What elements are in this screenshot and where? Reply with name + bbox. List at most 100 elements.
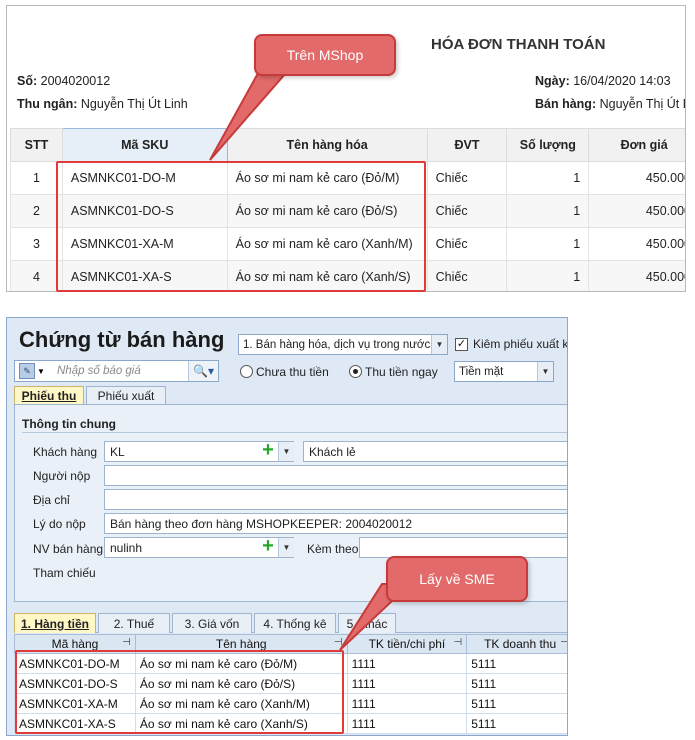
invoice-number-label: Số:	[17, 74, 38, 88]
voucher-type-select[interactable]: 1. Bán hàng hóa, dịch vụ trong nước ▼	[238, 334, 448, 355]
tab-gia-von[interactable]: 3. Giá vốn	[172, 613, 252, 633]
cell-item-name[interactable]: Áo sơ mi nam kẻ caro (Xanh/S)	[134, 713, 348, 734]
col-stt[interactable]: STT	[10, 128, 63, 162]
cell-stt: 1	[10, 161, 63, 195]
cell-item-name[interactable]: Áo sơ mi nam kẻ caro (Đỏ/M)	[134, 653, 348, 674]
col-quantity[interactable]: Số lượng	[506, 128, 590, 162]
cell-item-code[interactable]: ASMNKC01-DO-M	[14, 653, 136, 674]
pin-icon[interactable]: ⊣	[560, 637, 567, 648]
chevron-down-icon[interactable]: ▼	[278, 442, 294, 461]
col-price[interactable]: Đơn giá	[588, 128, 685, 162]
table-row[interactable]: ASMNKC01-DO-S Áo sơ mi nam kẻ caro (Đỏ/S…	[14, 673, 567, 694]
export-checkbox[interactable]: ✓	[455, 338, 468, 351]
quote-search-box[interactable]: ✎ ▼ Nhập số báo giá 🔍▾	[14, 360, 219, 382]
radio-paid[interactable]	[349, 365, 362, 378]
col-cash-account[interactable]: TK tiền/chi phí ⊣	[346, 634, 468, 654]
customer-code-value: KL	[110, 444, 125, 459]
table-row[interactable]: ASMNKC01-XA-S Áo sơ mi nam kẻ caro (Xanh…	[14, 713, 567, 734]
cell-name: Áo sơ mi nam kẻ caro (Xanh/S)	[226, 260, 428, 291]
tab-gia-von-label: 3. Giá vốn	[184, 616, 240, 631]
col-item-code[interactable]: Mã hàng ⊣	[14, 634, 136, 654]
callout-mshop: Trên MShop	[254, 34, 396, 76]
table-row[interactable]: 1 ASMNKC01-DO-M Áo sơ mi nam kẻ caro (Đỏ…	[10, 161, 685, 195]
cell-quantity: 1	[506, 161, 590, 195]
reference-label[interactable]: Tham chiếu	[33, 566, 96, 580]
invoice-table-header: STT Mã SKU Tên hàng hóa ĐVT Số lượng Đơn…	[10, 128, 685, 162]
tab-thong-ke[interactable]: 4. Thống kê	[254, 613, 336, 633]
tab-khac[interactable]: 5. Khác	[338, 613, 396, 633]
invoice-seller-value: Nguyễn Thị Út Linh	[599, 97, 685, 111]
chevron-down-icon[interactable]: ▼	[431, 335, 447, 354]
cell-revenue-account[interactable]: 5111	[466, 673, 567, 694]
cell-quantity: 1	[506, 227, 590, 261]
invoice-cashier: Thu ngân: Nguyễn Thị Út Linh	[17, 97, 188, 111]
group-divider	[22, 432, 567, 433]
chevron-down-icon[interactable]: ▼	[278, 538, 294, 557]
cell-revenue-account[interactable]: 5111	[466, 713, 567, 734]
search-icon[interactable]: 🔍▾	[188, 361, 218, 381]
tab-hang-tien-label: 1. Hàng tiền	[20, 616, 89, 631]
tab-phieu-xuat[interactable]: Phiếu xuất	[86, 386, 166, 405]
cell-sku: ASMNKC01-XA-S	[61, 260, 228, 291]
table-row[interactable]: ASMNKC01-XA-M Áo sơ mi nam kẻ caro (Xanh…	[14, 693, 567, 714]
payer-input[interactable]	[104, 465, 567, 486]
cell-item-name[interactable]: Áo sơ mi nam kẻ caro (Xanh/M)	[134, 693, 348, 714]
customer-name-input[interactable]: Khách lẻ	[303, 441, 567, 462]
add-salesperson-icon[interactable]: +	[259, 536, 277, 556]
table-row[interactable]: 2 ASMNKC01-DO-S Áo sơ mi nam kẻ caro (Đỏ…	[10, 194, 685, 228]
tools-icon[interactable]: ✎	[19, 363, 35, 379]
address-input[interactable]	[104, 489, 567, 510]
col-item-name-label: Tên hàng	[215, 637, 267, 651]
salesperson-value: nulinh	[110, 540, 143, 555]
cell-item-code[interactable]: ASMNKC01-XA-S	[14, 713, 136, 734]
cell-quantity: 1	[506, 260, 590, 291]
col-sku[interactable]: Mã SKU	[61, 128, 228, 162]
cell-item-code[interactable]: ASMNKC01-XA-M	[14, 693, 136, 714]
cell-cash-account[interactable]: 1111	[346, 673, 468, 694]
invoice-date: Ngày: 16/04/2020 14:03	[535, 74, 671, 88]
cell-stt: 4	[10, 260, 63, 291]
quote-search-placeholder[interactable]: Nhập số báo giá	[57, 365, 141, 377]
col-name[interactable]: Tên hàng hóa	[226, 128, 428, 162]
cell-item-code[interactable]: ASMNKC01-DO-S	[14, 673, 136, 694]
cell-stt: 3	[10, 227, 63, 261]
pin-icon[interactable]: ⊣	[334, 637, 343, 648]
cell-price: 450.000	[588, 161, 685, 195]
tab-thue[interactable]: 2. Thuế	[98, 613, 170, 633]
cell-cash-account[interactable]: 1111	[346, 653, 468, 674]
sme-sales-voucher-window: Chứng từ bán hàng 1. Bán hàng hóa, dịch …	[6, 317, 568, 736]
tab-phieu-thu[interactable]: Phiếu thu	[14, 386, 84, 405]
add-customer-icon[interactable]: +	[259, 440, 277, 460]
cell-cash-account[interactable]: 1111	[346, 693, 468, 714]
cell-stt: 2	[10, 194, 63, 228]
col-revenue-account[interactable]: TK doanh thu⊣	[466, 634, 567, 654]
cell-unit: Chiếc	[426, 227, 508, 261]
col-unit[interactable]: ĐVT	[426, 128, 508, 162]
radio-unpaid[interactable]	[240, 365, 253, 378]
invoice-cashier-value: Nguyễn Thị Út Linh	[80, 97, 188, 111]
reason-label: Lý do nộp	[33, 517, 86, 531]
attachment-input[interactable]	[359, 537, 567, 558]
cell-revenue-account[interactable]: 5111	[466, 653, 567, 674]
pin-icon[interactable]: ⊣	[122, 637, 131, 648]
cell-price: 450.000	[588, 194, 685, 228]
table-row[interactable]: 4 ASMNKC01-XA-S Áo sơ mi nam kẻ caro (Xa…	[10, 260, 685, 291]
chevron-down-icon[interactable]: ▼	[37, 367, 45, 376]
invoice-cashier-label: Thu ngân:	[17, 97, 78, 111]
chevron-down-icon[interactable]: ▼	[537, 362, 553, 381]
tab-hang-tien[interactable]: 1. Hàng tiền	[14, 613, 96, 633]
grid-header: Mã hàng ⊣ Tên hàng ⊣ TK tiền/chi phí ⊣ TK d…	[14, 634, 567, 654]
table-row[interactable]: 3 ASMNKC01-XA-M Áo sơ mi nam kẻ caro (Xa…	[10, 227, 685, 261]
table-row[interactable]: ASMNKC01-DO-M Áo sơ mi nam kẻ caro (Đỏ/M…	[14, 653, 567, 674]
col-cash-account-label: TK tiền/chi phí	[368, 637, 446, 651]
cell-unit: Chiếc	[426, 161, 508, 195]
payment-method-select[interactable]: Tiền mặt ▼	[454, 361, 554, 382]
cell-revenue-account[interactable]: 5111	[466, 693, 567, 714]
cell-sku: ASMNKC01-DO-M	[61, 161, 228, 195]
reason-input[interactable]: Bán hàng theo đơn hàng MSHOPKEEPER: 2004…	[104, 513, 567, 534]
col-item-code-label: Mã hàng	[51, 637, 99, 651]
pin-icon[interactable]: ⊣	[454, 637, 463, 648]
col-item-name[interactable]: Tên hàng ⊣	[134, 634, 348, 654]
cell-cash-account[interactable]: 1111	[346, 713, 468, 734]
cell-item-name[interactable]: Áo sơ mi nam kẻ caro (Đỏ/S)	[134, 673, 348, 694]
